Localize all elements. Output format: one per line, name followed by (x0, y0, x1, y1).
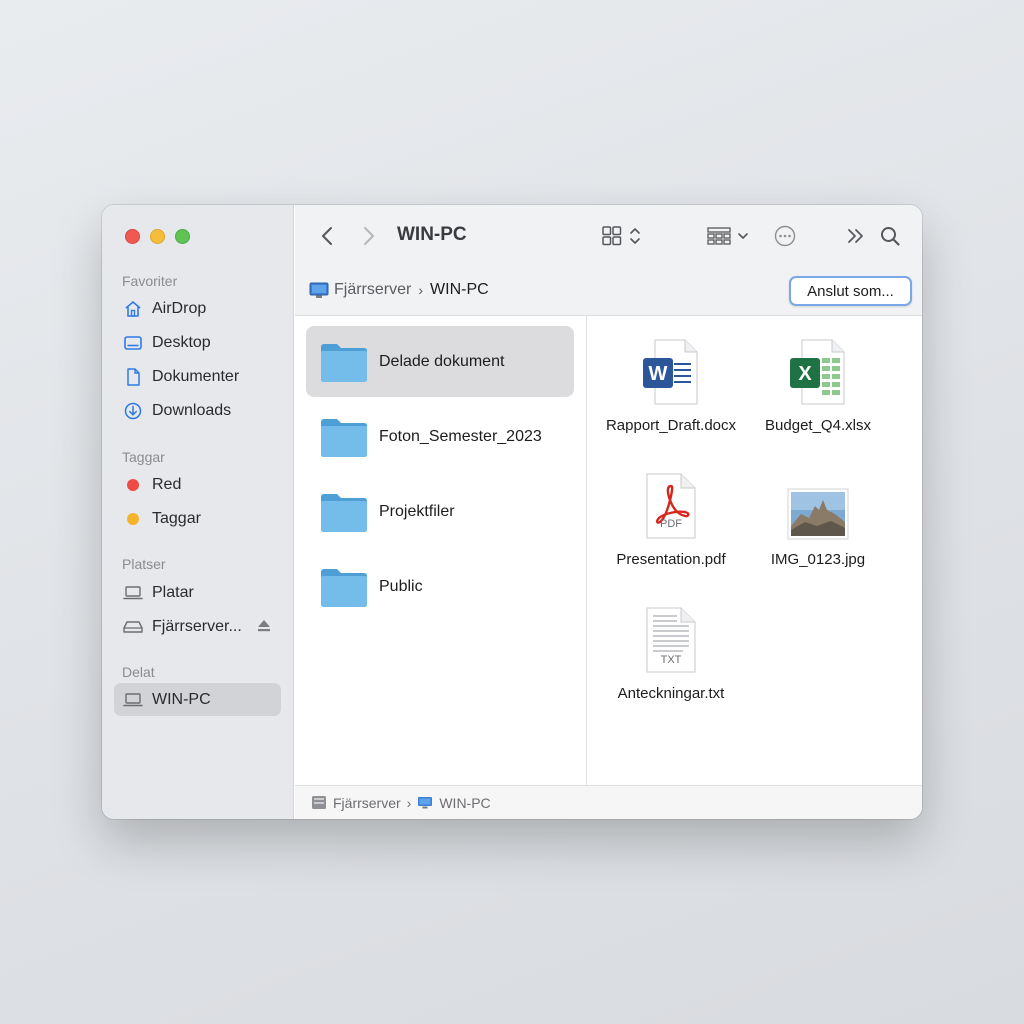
desktop-icon (123, 333, 143, 353)
file-item[interactable]: TXT Anteckningar.txt (601, 602, 741, 703)
folder-column: Delade dokument Foton_Semester_2023 Proj… (295, 316, 587, 785)
sidebar-item-tag-red[interactable]: Red (114, 468, 281, 501)
tags-heading: Taggar (122, 449, 165, 465)
status-path-root[interactable]: Fjärrserver (333, 795, 401, 811)
file-name: Rapport_Draft.docx (605, 417, 737, 434)
chevron-right-icon[interactable] (359, 225, 379, 247)
breadcrumb-root[interactable]: Fjärrserver (334, 281, 411, 299)
file-column: W Rapport_Draft.docx X Budget_Q4.xlsx PD… (588, 316, 922, 785)
sidebar-item-label: AirDrop (152, 299, 207, 317)
document-icon (123, 367, 143, 387)
file-item[interactable]: PDF Presentation.pdf (601, 468, 741, 569)
sidebar-item-fjarrserver[interactable]: Fjärrserver... (114, 610, 281, 643)
grid-view-icon[interactable] (601, 225, 645, 247)
file-badge: PDF (660, 518, 682, 530)
finder-window: Favoriter AirDrop Desktop Dokumenter Dow… (102, 205, 922, 819)
excel-spreadsheet-icon: X (788, 334, 848, 406)
file-badge: TXT (660, 654, 682, 666)
breadcrumb: Fjärrserver › WIN-PC (309, 281, 489, 299)
close-button[interactable] (125, 229, 140, 244)
file-item[interactable]: X Budget_Q4.xlsx (748, 334, 888, 435)
status-path-current[interactable]: WIN-PC (439, 795, 490, 811)
sidebar: Favoriter AirDrop Desktop Dokumenter Dow… (102, 205, 294, 819)
folder-name: Public (379, 577, 423, 595)
server-icon (311, 795, 333, 810)
folder-name: Foton_Semester_2023 (379, 427, 542, 445)
breadcrumb-current[interactable]: WIN-PC (430, 281, 489, 299)
folder-row[interactable]: Projektfiler (306, 476, 574, 547)
ellipsis-circle-icon[interactable] (773, 225, 797, 247)
eject-icon[interactable] (257, 619, 271, 637)
monitor-icon (417, 796, 439, 810)
red-tag-icon (123, 475, 143, 495)
monitor-icon (309, 282, 329, 299)
connect-as-button[interactable]: Anslut som... (789, 276, 912, 306)
sidebar-item-label: Dokumenter (152, 367, 240, 385)
laptop-icon (123, 583, 143, 603)
folder-icon (319, 491, 379, 533)
drive-icon (123, 617, 143, 637)
folder-icon (319, 341, 379, 383)
search-icon[interactable] (879, 225, 901, 247)
sidebar-item-airdrop[interactable]: AirDrop (114, 292, 281, 325)
folder-row[interactable]: Foton_Semester_2023 (306, 401, 574, 472)
download-icon (123, 401, 143, 421)
airdrop-icon (123, 299, 143, 319)
sidebar-item-label: Fjärrserver... (152, 617, 242, 635)
svg-text:X: X (798, 363, 812, 385)
sidebar-item-tag-taggar[interactable]: Taggar (114, 502, 281, 535)
sidebar-item-label: Platar (152, 583, 194, 601)
svg-text:W: W (649, 363, 668, 385)
folder-row[interactable]: Public (306, 551, 574, 622)
sidebar-item-win-pc[interactable]: WIN-PC (114, 683, 281, 716)
sidebar-item-platar[interactable]: Platar (114, 576, 281, 609)
window-title: WIN-PC (397, 224, 467, 245)
double-chevron-icon[interactable] (845, 225, 867, 247)
favorites-heading: Favoriter (122, 273, 178, 289)
sidebar-item-label: Red (152, 475, 182, 493)
laptop-icon (123, 690, 143, 710)
sidebar-item-label: Taggar (152, 509, 201, 527)
sidebar-item-label: Downloads (152, 401, 232, 419)
sidebar-item-downloads[interactable]: Downloads (114, 394, 281, 427)
file-name: Presentation.pdf (616, 551, 726, 568)
status-bar: Fjärrserver › WIN-PC (295, 785, 922, 819)
file-item[interactable]: W Rapport_Draft.docx (601, 334, 741, 435)
word-document-icon: W (641, 334, 701, 406)
window-controls (125, 229, 190, 244)
chevron-left-icon[interactable] (317, 225, 337, 247)
toolbar: WIN-PC (295, 205, 922, 267)
folder-row[interactable]: Delade dokument (306, 326, 574, 397)
places-heading: Platser (122, 556, 166, 572)
sidebar-item-label: WIN-PC (152, 690, 211, 708)
file-item[interactable]: IMG_0123.jpg (748, 468, 888, 569)
file-name: Anteckningar.txt (617, 685, 725, 702)
sidebar-item-desktop[interactable]: Desktop (114, 326, 281, 359)
path-bar: Fjärrserver › WIN-PC Anslut som... (295, 267, 922, 316)
group-icon[interactable] (706, 225, 754, 247)
folder-name: Delade dokument (379, 352, 505, 370)
chevron-right-icon: › (406, 794, 412, 811)
sidebar-item-dokumenter[interactable]: Dokumenter (114, 360, 281, 393)
folder-icon (319, 416, 379, 458)
zoom-button[interactable] (175, 229, 190, 244)
chevron-right-icon: › (418, 282, 424, 298)
file-name: Budget_Q4.xlsx (765, 417, 871, 434)
orange-tag-icon (123, 509, 143, 529)
sidebar-item-label: Desktop (152, 333, 211, 351)
file-name: IMG_0123.jpg (770, 551, 866, 568)
folder-icon (319, 566, 379, 608)
image-thumbnail-icon (787, 468, 849, 540)
minimize-button[interactable] (150, 229, 165, 244)
shared-heading: Delat (122, 664, 155, 680)
folder-name: Projektfiler (379, 502, 455, 520)
